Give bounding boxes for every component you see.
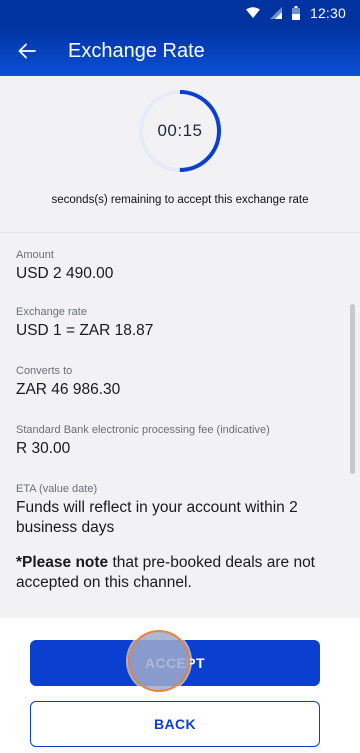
back-arrow-icon[interactable] bbox=[0, 26, 54, 76]
note-emphasis: *Please note bbox=[16, 554, 109, 571]
accept-button[interactable]: ACCEPT bbox=[30, 640, 320, 686]
amount-value: USD 2 490.00 bbox=[16, 265, 114, 282]
wifi-icon bbox=[245, 7, 260, 19]
amount-field: Amount USD 2 490.00 bbox=[16, 249, 336, 284]
processing-fee-label: Standard Bank electronic processing fee … bbox=[16, 424, 270, 436]
status-bar: 12:30 bbox=[0, 0, 360, 26]
exchange-rate-label: Exchange rate bbox=[16, 306, 87, 318]
scrollbar[interactable] bbox=[350, 304, 355, 474]
battery-icon bbox=[291, 6, 300, 20]
timer-value: 00:15 bbox=[157, 121, 203, 140]
processing-fee-value: R 30.00 bbox=[16, 440, 71, 457]
converts-to-label: Converts to bbox=[16, 365, 73, 377]
divider bbox=[0, 232, 360, 233]
converts-to-field: Converts to ZAR 46 986.30 bbox=[16, 365, 336, 400]
action-bar: ACCEPT BACK bbox=[0, 618, 360, 753]
exchange-rate-value: USD 1 = ZAR 18.87 bbox=[16, 322, 154, 339]
exchange-rate-field: Exchange rate USD 1 = ZAR 18.87 bbox=[16, 306, 336, 341]
eta-field: ETA (value date) Funds will reflect in y… bbox=[16, 483, 336, 538]
status-time: 12:30 bbox=[309, 5, 346, 21]
converts-to-value: ZAR 46 986.30 bbox=[16, 381, 121, 398]
timer-caption: seconds(s) remaining to accept this exch… bbox=[51, 194, 309, 206]
signal-icon bbox=[269, 7, 282, 19]
content-area: 00:15 seconds(s) remaining to accept thi… bbox=[0, 76, 360, 618]
countdown-timer: 00:15 bbox=[137, 88, 223, 174]
processing-fee-field: Standard Bank electronic processing fee … bbox=[16, 424, 336, 459]
amount-label: Amount bbox=[16, 249, 54, 261]
back-button[interactable]: BACK bbox=[30, 701, 320, 747]
eta-label: ETA (value date) bbox=[16, 483, 98, 495]
eta-value: Funds will reflect in your account withi… bbox=[16, 499, 298, 537]
pre-booked-note: *Please note that pre-booked deals are n… bbox=[16, 553, 346, 593]
page-title: Exchange Rate bbox=[68, 39, 205, 62]
app-bar: Exchange Rate bbox=[0, 26, 360, 76]
